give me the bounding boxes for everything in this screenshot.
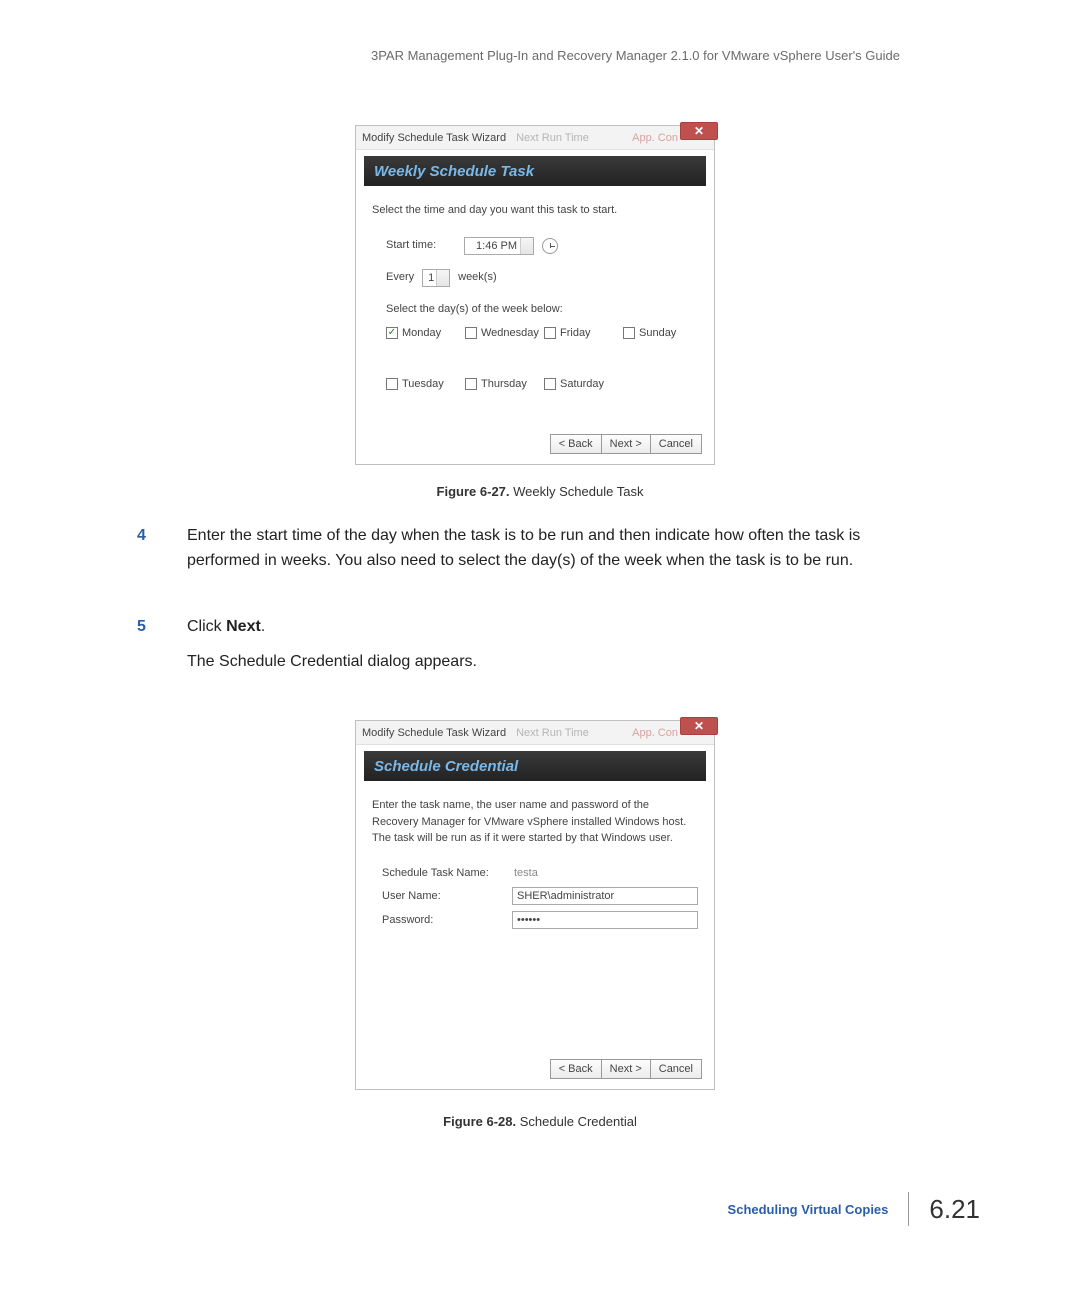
cancel-button[interactable]: Cancel xyxy=(650,434,702,454)
dialog-banner: Schedule Credential xyxy=(364,751,706,781)
back-button[interactable]: < Back xyxy=(550,434,602,454)
username-input[interactable]: SHER\administrator xyxy=(512,887,698,905)
tab-next-run-time: Next Run Time xyxy=(516,727,589,739)
back-button[interactable]: < Back xyxy=(550,1059,602,1079)
next-bold: Next xyxy=(226,618,261,635)
tab-next-run-time: Next Run Time xyxy=(516,132,589,144)
close-icon[interactable]: ✕ xyxy=(680,126,714,140)
clock-icon[interactable] xyxy=(542,238,558,254)
password-label: Password: xyxy=(372,912,512,929)
cancel-button[interactable]: Cancel xyxy=(650,1059,702,1079)
page-footer: Scheduling Virtual Copies 6.21 xyxy=(728,1192,980,1226)
page-number: 6.21 xyxy=(929,1194,980,1225)
step-number-5: 5 xyxy=(137,615,146,640)
dialog-banner: Weekly Schedule Task xyxy=(364,156,706,186)
checkbox-friday[interactable]: Friday xyxy=(544,325,619,342)
step-4-text: Enter the start time of the day when the… xyxy=(165,524,905,574)
checkbox-wednesday[interactable]: Wednesday xyxy=(465,325,540,342)
weeks-spinner[interactable]: 1 xyxy=(422,269,450,287)
select-days-label: Select the day(s) of the week below: xyxy=(386,301,698,318)
instruction-text: Enter the task name, the user name and p… xyxy=(372,797,698,847)
username-label: User Name: xyxy=(372,888,512,905)
password-input[interactable]: •••••• xyxy=(512,911,698,929)
days-grid: ✓Monday Wednesday Friday Sunday Tuesday … xyxy=(386,325,698,392)
task-name-value: testa xyxy=(512,865,698,882)
every-label: Every xyxy=(386,269,414,286)
figure-caption-2: Figure 6-28. Schedule Credential xyxy=(0,1114,1080,1129)
step-4: 4 Enter the start time of the day when t… xyxy=(165,524,905,574)
weeks-label: week(s) xyxy=(458,269,497,286)
checkbox-thursday[interactable]: Thursday xyxy=(465,376,540,393)
checkbox-tuesday[interactable]: Tuesday xyxy=(386,376,461,393)
start-time-spinner[interactable]: 1:46 PM xyxy=(464,237,534,255)
dialog-title: Modify Schedule Task Wizard xyxy=(362,132,506,144)
dialog-titlebar: Modify Schedule Task Wizard Next Run Tim… xyxy=(356,126,714,150)
next-button[interactable]: Next > xyxy=(601,1059,651,1079)
dialog-titlebar: Modify Schedule Task Wizard Next Run Tim… xyxy=(356,721,714,745)
checkbox-monday[interactable]: ✓Monday xyxy=(386,325,461,342)
footer-section: Scheduling Virtual Copies xyxy=(728,1202,889,1217)
start-time-label: Start time: xyxy=(386,237,456,254)
close-icon[interactable]: ✕ xyxy=(680,721,714,735)
checkbox-sunday[interactable]: Sunday xyxy=(623,325,698,342)
tab-app-con: App. Con xyxy=(632,727,678,739)
tab-app-con: App. Con xyxy=(632,132,678,144)
step-number-4: 4 xyxy=(137,524,146,549)
footer-divider xyxy=(908,1192,909,1226)
task-name-label: Schedule Task Name: xyxy=(372,865,512,882)
figure-caption-1: Figure 6-27. Weekly Schedule Task xyxy=(0,484,1080,499)
after-step-5: The Schedule Credential dialog appears. xyxy=(165,650,905,675)
step-5: 5 Click Next. xyxy=(165,615,905,640)
next-button[interactable]: Next > xyxy=(601,434,651,454)
dialog-title: Modify Schedule Task Wizard xyxy=(362,727,506,739)
checkbox-saturday[interactable]: Saturday xyxy=(544,376,619,393)
instruction-text: Select the time and day you want this ta… xyxy=(372,202,698,219)
weekly-schedule-dialog: Modify Schedule Task Wizard Next Run Tim… xyxy=(355,125,715,465)
schedule-credential-dialog: Modify Schedule Task Wizard Next Run Tim… xyxy=(355,720,715,1090)
page-header: 3PAR Management Plug-In and Recovery Man… xyxy=(371,48,900,63)
